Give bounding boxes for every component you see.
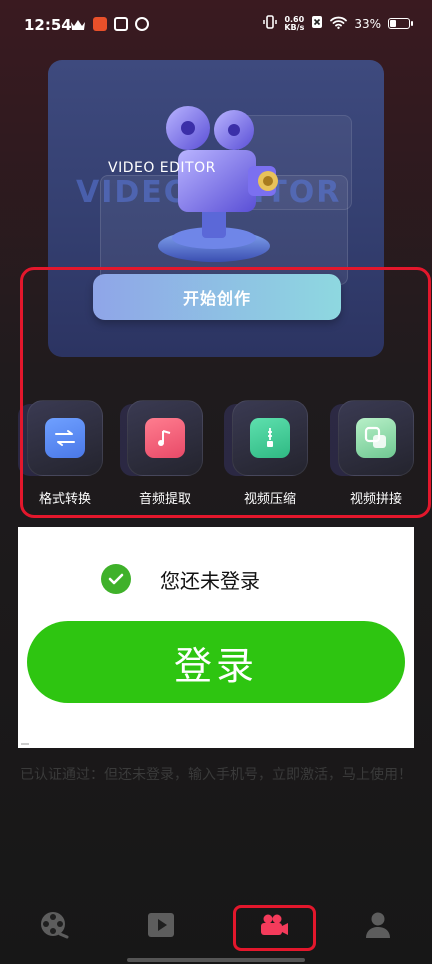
home-indicator[interactable] bbox=[127, 958, 305, 962]
user-icon bbox=[366, 912, 390, 938]
movie-camera-icon bbox=[158, 106, 278, 262]
store-icon bbox=[114, 17, 128, 31]
status-bar: 12:54 0.60 KB/s 33% bbox=[0, 0, 432, 52]
status-notification-icons bbox=[70, 17, 149, 36]
net-speed-unit: KB/s bbox=[284, 22, 305, 32]
film-reel-icon bbox=[41, 912, 69, 939]
link-icon bbox=[135, 17, 149, 31]
play-square-icon bbox=[148, 913, 174, 937]
battery-icon bbox=[388, 18, 413, 29]
battery-percent: 33% bbox=[354, 16, 381, 31]
highlight-box bbox=[20, 267, 431, 518]
net-speed-icon: 0.60 KB/s bbox=[284, 15, 305, 32]
bottom-nav bbox=[0, 895, 432, 964]
app-badge-icon bbox=[93, 17, 107, 31]
check-circle-icon bbox=[101, 564, 131, 594]
nav-item-play[interactable] bbox=[131, 905, 191, 945]
no-sim-icon bbox=[311, 15, 323, 32]
wifi-icon bbox=[330, 16, 348, 32]
vibrate-icon bbox=[263, 15, 278, 32]
login-button[interactable]: 登录 bbox=[27, 621, 405, 703]
hero-title: VIDEO EDITOR bbox=[108, 160, 216, 176]
status-time: 12:54 bbox=[24, 16, 72, 34]
crown-icon bbox=[70, 17, 86, 36]
nav-item-profile[interactable] bbox=[348, 905, 408, 945]
status-system-icons: 0.60 KB/s 33% bbox=[263, 15, 413, 32]
verification-note: 已认证通过：但还未登录，输入手机号，立即激活，马上使用！ bbox=[20, 767, 412, 783]
nav-item-reels[interactable] bbox=[24, 905, 84, 945]
login-panel: 您还未登录 登录 bbox=[18, 527, 414, 748]
panel-mark bbox=[21, 743, 29, 745]
highlight-box bbox=[233, 905, 316, 951]
login-status-text: 您还未登录 bbox=[160, 569, 260, 593]
